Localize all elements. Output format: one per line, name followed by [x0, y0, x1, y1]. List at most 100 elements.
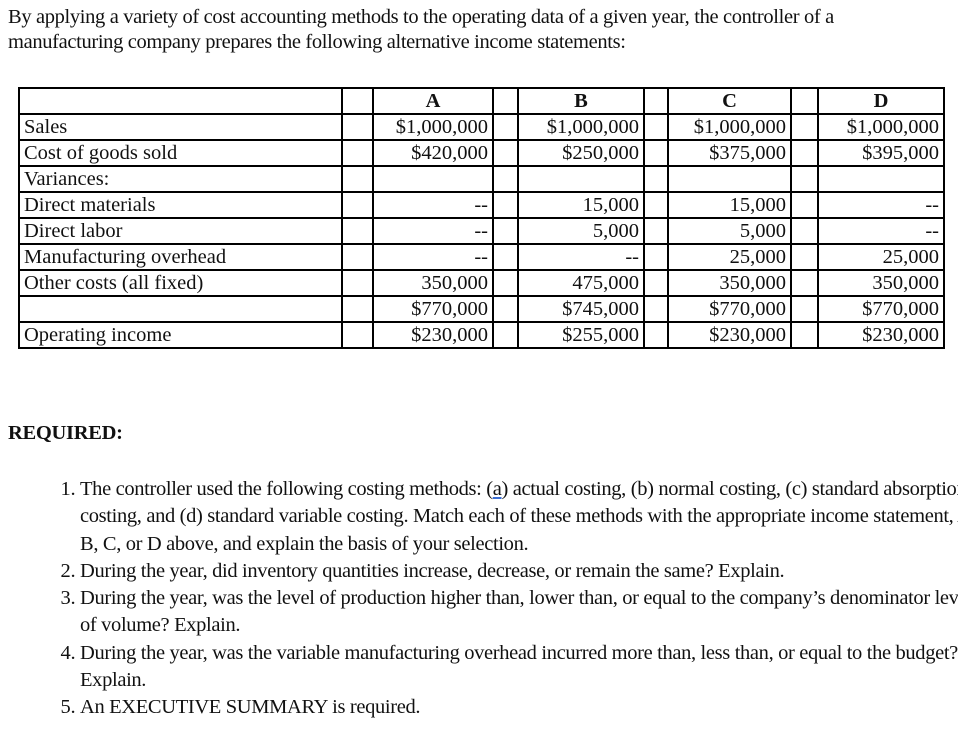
table-row: Direct materials -- 15,000 15,000 -- [18, 191, 945, 219]
spacer-cell [643, 87, 669, 115]
spacer-cell [492, 113, 519, 141]
value-cell-d: -- [817, 191, 945, 219]
spacer-cell [492, 295, 519, 323]
question-item: An EXECUTIVE SUMMARY is required. [80, 694, 958, 721]
row-label: Sales [18, 113, 343, 141]
table-row: Direct labor -- 5,000 5,000 -- [18, 217, 945, 245]
value-cell-d: 25,000 [817, 243, 945, 271]
column-header-c: C [667, 87, 792, 115]
table-row: $770,000 $745,000 $770,000 $770,000 [18, 295, 945, 323]
questions-list: The controller used the following costin… [40, 476, 958, 722]
question-text: During the year, was the level of produc… [80, 587, 958, 637]
spacer-cell [790, 321, 819, 349]
spacer-cell [341, 295, 374, 323]
value-cell-b: 475,000 [517, 269, 645, 297]
spacer-cell [492, 269, 519, 297]
spacer-cell [492, 139, 519, 167]
row-label [18, 295, 343, 323]
spacer-cell [790, 165, 819, 193]
value-cell-d: $770,000 [817, 295, 945, 323]
value-cell-b: 15,000 [517, 191, 645, 219]
value-cell-c [667, 165, 792, 193]
value-cell-b: $255,000 [517, 321, 645, 349]
row-label: Cost of goods sold [18, 139, 343, 167]
value-cell-a: 350,000 [372, 269, 494, 297]
value-cell-d: $1,000,000 [817, 113, 945, 141]
spacer-cell [341, 217, 374, 245]
spacer-cell [492, 165, 519, 193]
spacer-cell [643, 217, 669, 245]
spacer-cell [341, 321, 374, 349]
value-cell-a: -- [372, 191, 494, 219]
spacer-cell [790, 87, 819, 115]
question-item: The controller used the following costin… [80, 476, 958, 558]
spacer-cell [492, 191, 519, 219]
value-cell-c: $375,000 [667, 139, 792, 167]
income-statements-table: A B C D Sales $1,000,000 $1,000,000 $1,000,… [18, 87, 945, 349]
spacer-cell [643, 243, 669, 271]
spacer-cell [341, 269, 374, 297]
table-row: Cost of goods sold $420,000 $250,000 $375,0… [18, 139, 945, 167]
spacer-cell [790, 269, 819, 297]
question-text: During the year, was the variable manufa… [80, 641, 958, 692]
spacer-cell [492, 217, 519, 245]
question-item: During the year, was the variable manufa… [80, 640, 958, 695]
value-cell-a: $1,000,000 [372, 113, 494, 141]
value-cell-d: $395,000 [817, 139, 945, 167]
table-row: Other costs (all fixed) 350,000 475,000 350… [18, 269, 945, 297]
question-item: During the year, did inventory quantitie… [80, 558, 958, 585]
spacer-cell [492, 87, 519, 115]
column-header-a: A [372, 87, 494, 115]
row-label: Direct labor [18, 217, 343, 245]
value-cell-c: $770,000 [667, 295, 792, 323]
value-cell-a [372, 165, 494, 193]
table-row: Manufacturing overhead -- -- 25,000 25,000 [18, 243, 945, 271]
value-cell-c: 25,000 [667, 243, 792, 271]
value-cell-b: -- [517, 243, 645, 271]
value-cell-a: -- [372, 243, 494, 271]
header-label-cell [18, 87, 343, 115]
spacer-cell [492, 321, 519, 349]
spacer-cell [643, 295, 669, 323]
spacer-cell [643, 139, 669, 167]
value-cell-c: 350,000 [667, 269, 792, 297]
question-text: During the year, did inventory quantitie… [80, 559, 785, 582]
spacer-cell [643, 321, 669, 349]
value-cell-b: $745,000 [517, 295, 645, 323]
value-cell-a: $770,000 [372, 295, 494, 323]
value-cell-c: $1,000,000 [667, 113, 792, 141]
table-header-row: A B C D [18, 87, 945, 115]
spacer-cell [341, 243, 374, 271]
spacer-cell [341, 165, 374, 193]
row-label: Operating income [18, 321, 343, 349]
spacer-cell [790, 113, 819, 141]
column-header-b: B [517, 87, 645, 115]
spacer-cell [790, 243, 819, 271]
spacer-cell [341, 191, 374, 219]
table-row: Operating income $230,000 $255,000 $230,000… [18, 321, 945, 349]
spacer-cell [341, 113, 374, 141]
spacer-cell [643, 113, 669, 141]
value-cell-b [517, 165, 645, 193]
row-label: Manufacturing overhead [18, 243, 343, 271]
table-row: Variances: [18, 165, 945, 193]
value-cell-d: $230,000 [817, 321, 945, 349]
value-cell-d [817, 165, 945, 193]
row-label: Other costs (all fixed) [18, 269, 343, 297]
spacer-cell [643, 165, 669, 193]
row-label: Direct materials [18, 191, 343, 219]
required-heading: REQUIRED: [8, 422, 123, 444]
spacer-cell [341, 87, 374, 115]
value-cell-c: 5,000 [667, 217, 792, 245]
value-cell-d: -- [817, 217, 945, 245]
value-cell-b: $1,000,000 [517, 113, 645, 141]
value-cell-a: $420,000 [372, 139, 494, 167]
spacer-cell [790, 295, 819, 323]
row-label: Variances: [18, 165, 343, 193]
value-cell-b: 5,000 [517, 217, 645, 245]
value-cell-c: $230,000 [667, 321, 792, 349]
spacer-cell [643, 269, 669, 297]
column-header-d: D [817, 87, 945, 115]
spacer-cell [790, 217, 819, 245]
spacer-cell [341, 139, 374, 167]
